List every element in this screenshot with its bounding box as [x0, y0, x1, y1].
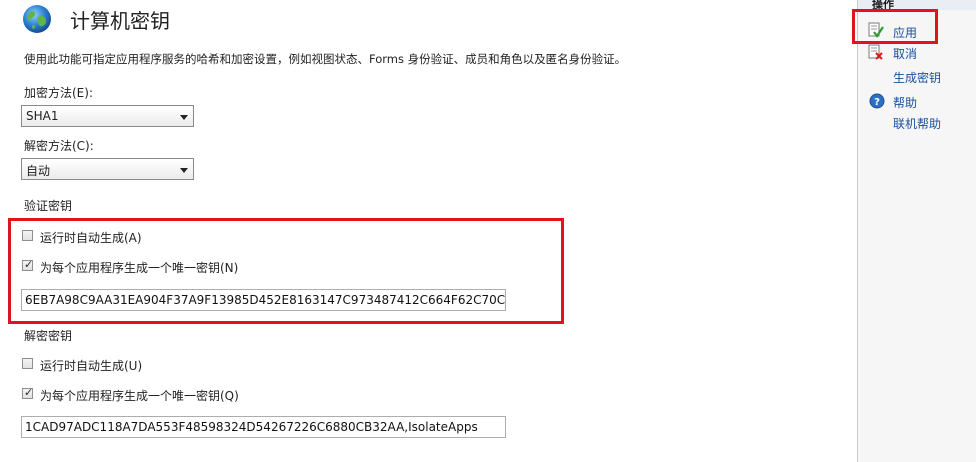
decryption-key-value: 1CAD97ADC118A7DA553F48598324D54267226C68… [25, 420, 478, 434]
highlight-box [8, 218, 564, 324]
cancel-icon [868, 44, 883, 60]
actions-pane: 操作 应用 取消 生成密钥 ? 帮助 联机帮助 [852, 0, 976, 462]
decryption-method-select[interactable]: 自动 [21, 158, 194, 180]
checkbox-unchecked[interactable] [22, 358, 33, 369]
decryption-key-input[interactable]: 1CAD97ADC118A7DA553F48598324D54267226C68… [21, 416, 506, 438]
encryption-method-select[interactable]: SHA1 [21, 105, 194, 127]
decryption-method-value: 自动 [26, 164, 51, 178]
feature-description: 使用此功能可指定应用程序服务的哈希和加密设置，例如视图状态、Forms 身份验证… [24, 52, 627, 66]
check-mark-icon: ✓ [24, 386, 34, 399]
page-title: 计算机密钥 [70, 9, 170, 33]
svg-text:?: ? [874, 97, 880, 108]
main-panel: 计算机密钥 使用此功能可指定应用程序服务的哈希和加密设置，例如视图状态、Form… [0, 0, 858, 462]
decryption-unique-key-label: 为每个应用程序生成一个唯一密钥(Q) [40, 389, 239, 403]
generate-keys-link[interactable]: 生成密钥 [893, 69, 941, 86]
chevron-down-icon [180, 168, 188, 173]
globe-icon [23, 5, 51, 33]
checkbox-checked[interactable]: ✓ [22, 386, 34, 399]
help-link[interactable]: 帮助 [893, 94, 917, 111]
encryption-method-label: 加密方法(E): [24, 86, 93, 100]
decryption-method-label: 解密方法(C): [24, 139, 94, 153]
chevron-down-icon [180, 115, 188, 120]
cancel-link[interactable]: 取消 [893, 45, 917, 62]
help-icon: ? [869, 93, 885, 109]
decryption-auto-generate-label: 运行时自动生成(U) [40, 359, 143, 373]
decryption-key-section-label: 解密密钥 [24, 329, 73, 343]
apply-icon [868, 22, 884, 38]
apply-link[interactable]: 应用 [893, 24, 917, 41]
online-help-link[interactable]: 联机帮助 [893, 115, 941, 132]
validation-key-section-label: 验证密钥 [24, 199, 73, 213]
encryption-method-value: SHA1 [26, 109, 59, 123]
